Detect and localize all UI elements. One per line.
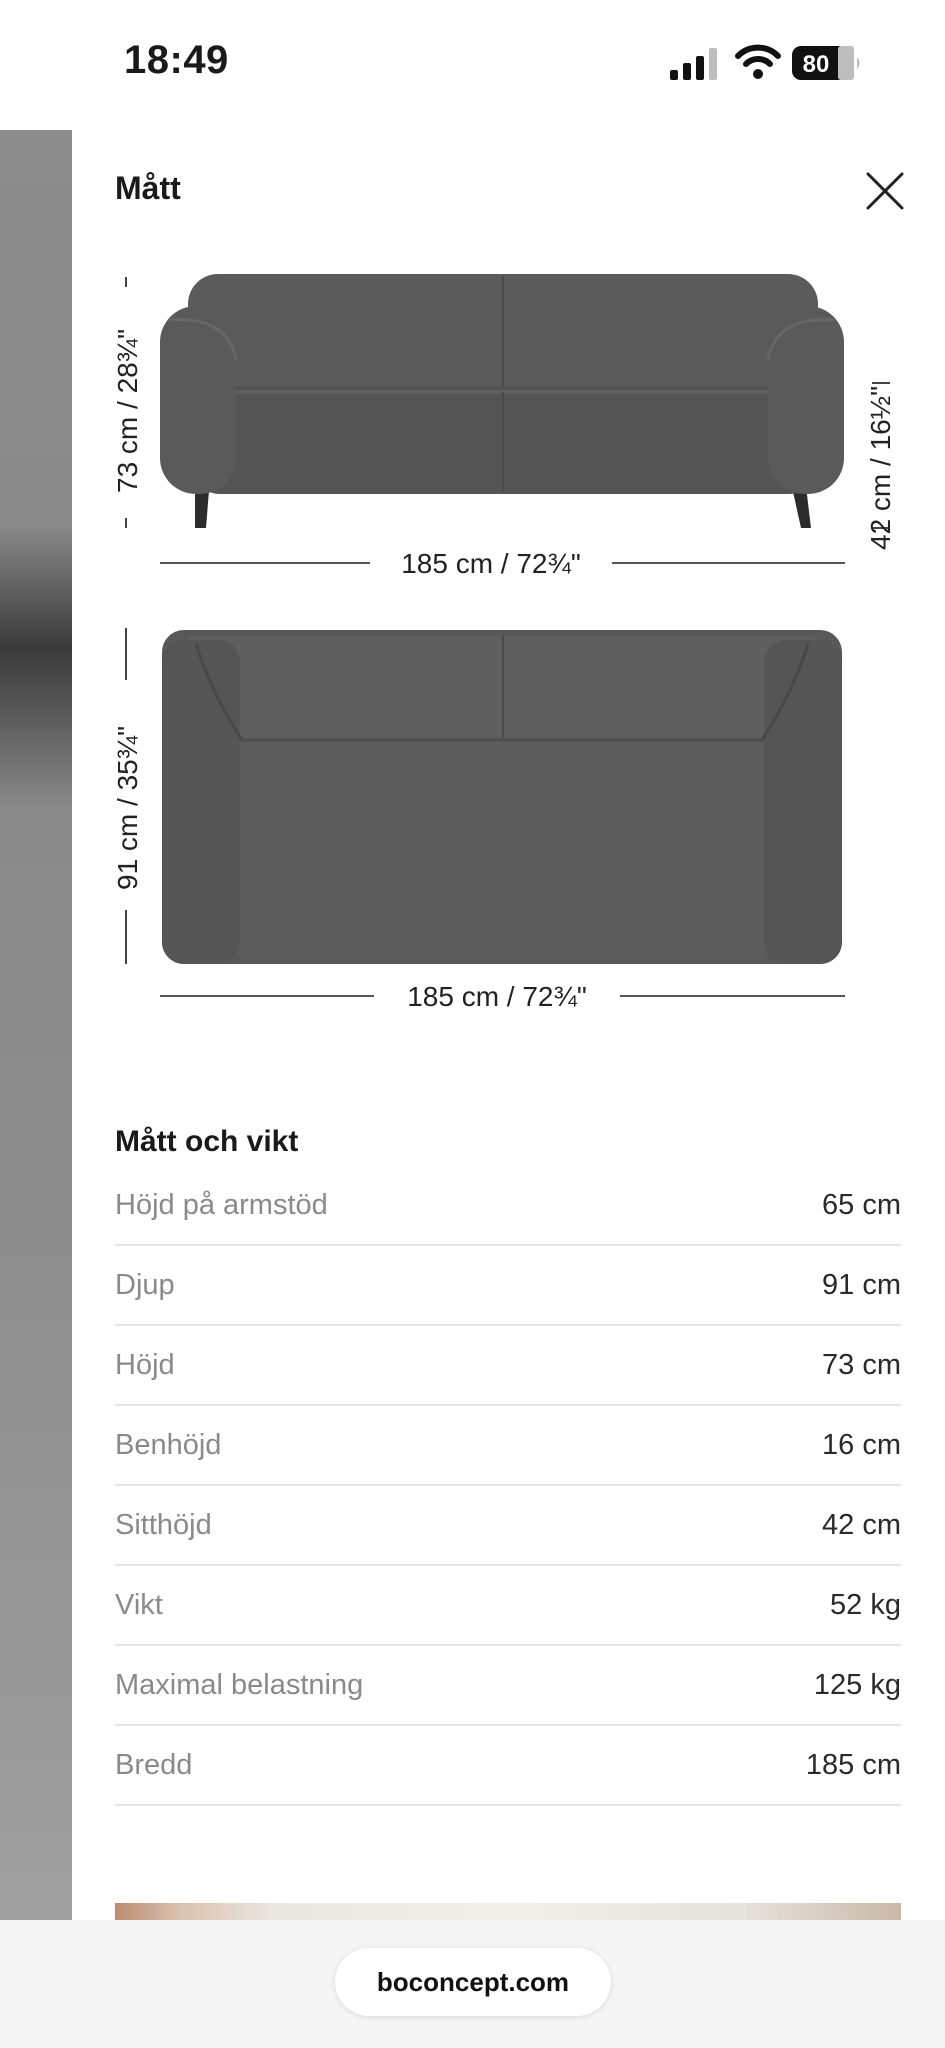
spec-row: Höjd på armstöd 65 cm (115, 1166, 901, 1246)
battery-icon: 80 (792, 46, 860, 80)
sofa-top-view: 91 cm / 35¾" 185 cm / 72¾" (112, 628, 845, 1012)
spec-label: Djup (115, 1268, 175, 1301)
sofa-front-view: 73 cm / 28¾" 42 cm / 16½" 185 cm / 72¾" (112, 274, 896, 579)
spec-value: 16 cm (822, 1428, 901, 1461)
spec-label: Vikt (115, 1588, 163, 1621)
spec-row: Maximal belastning 125 kg (115, 1646, 901, 1726)
spec-row: Bredd 185 cm (115, 1726, 901, 1806)
backdrop-overlay[interactable] (0, 130, 72, 1920)
product-photo-preview (115, 1903, 901, 1920)
spec-row: Djup 91 cm (115, 1246, 901, 1326)
seat-height-label: 42 cm / 16½" (865, 386, 896, 550)
status-time: 18:49 (124, 38, 229, 82)
spec-label: Bredd (115, 1748, 193, 1781)
spec-value: 185 cm (805, 1748, 901, 1781)
spec-row: Sitthöjd 42 cm (115, 1486, 901, 1566)
battery-level: 80 (803, 51, 830, 78)
top-width-label: 185 cm / 72¾" (407, 981, 587, 1012)
spec-label: Sitthöjd (115, 1508, 212, 1541)
cellular-signal-icon (670, 48, 717, 80)
specs-title: Mått och vikt (115, 1125, 299, 1158)
spec-label: Benhöjd (115, 1428, 222, 1461)
wifi-icon (735, 44, 781, 79)
top-depth-label: 91 cm / 35¾" (112, 726, 143, 890)
spec-value: 42 cm (822, 1508, 901, 1541)
specs-list: Höjd på armstöd 65 cm Djup 91 cm Höjd 73 cm… (115, 1166, 901, 1806)
front-width-label: 185 cm / 72¾" (401, 548, 581, 579)
spec-row: Höjd 73 cm (115, 1326, 901, 1406)
spec-value: 91 cm (822, 1268, 901, 1301)
spec-value: 73 cm (822, 1348, 901, 1381)
url-bar[interactable]: boconcept.com (335, 1948, 611, 2016)
spec-value: 65 cm (822, 1188, 901, 1221)
status-bar: 18:49 80 (0, 0, 945, 130)
sofa-dimension-diagram: 73 cm / 28¾" 42 cm / 16½" 185 cm / 72¾" … (112, 274, 896, 1012)
spec-label: Höjd (115, 1348, 175, 1381)
front-height-label: 73 cm / 28¾" (112, 329, 143, 493)
spec-row: Vikt 52 kg (115, 1566, 901, 1646)
spec-label: Höjd på armstöd (115, 1188, 328, 1221)
spec-row: Benhöjd 16 cm (115, 1406, 901, 1486)
spec-value: 52 kg (830, 1588, 901, 1621)
spec-value: 125 kg (813, 1668, 901, 1701)
close-icon[interactable] (862, 168, 908, 214)
sheet-title: Mått (115, 170, 181, 206)
spec-label: Maximal belastning (115, 1668, 364, 1701)
